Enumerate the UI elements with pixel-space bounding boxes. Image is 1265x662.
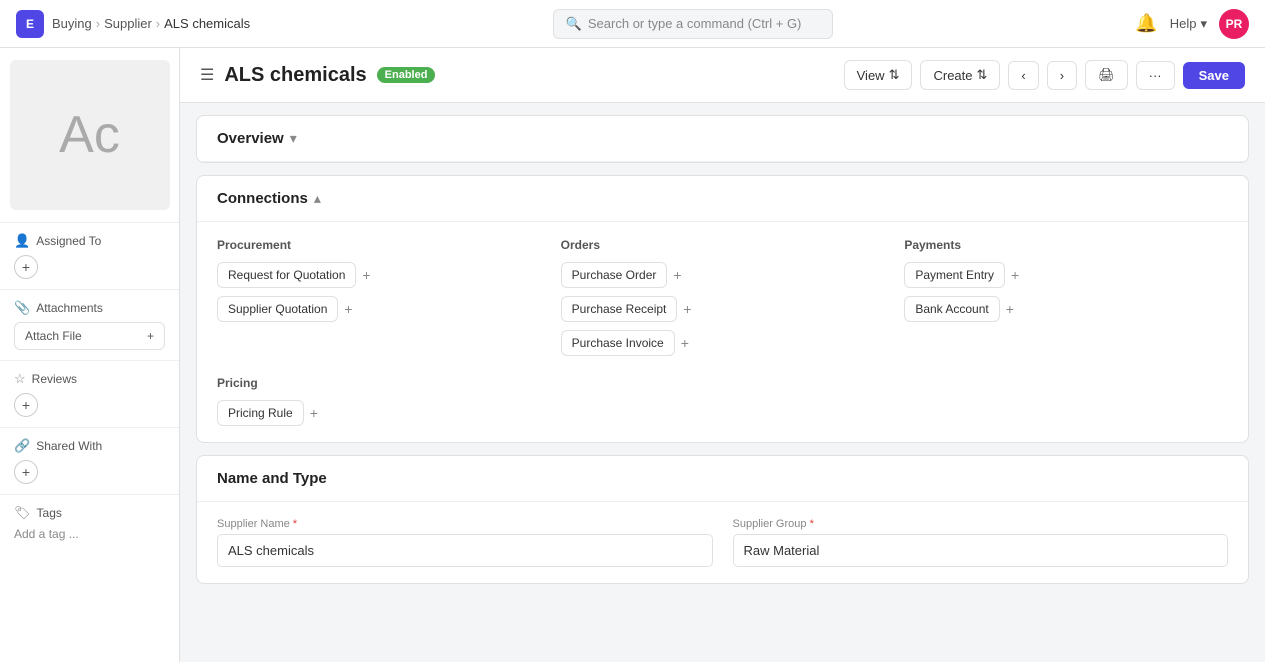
view-chevron-icon: ⇅ [889,67,900,83]
search-icon: 🔍 [566,16,582,32]
add-shared-with-button[interactable]: + [14,460,38,484]
help-button[interactable]: Help ▾ [1170,16,1207,32]
breadcrumb-buying[interactable]: Buying [52,16,92,31]
paperclip-icon: 📎 [14,300,30,316]
add-purchase-order-button[interactable]: + [673,267,681,283]
supplier-name-input[interactable] [217,534,713,567]
attach-plus-icon: + [147,329,154,343]
orders-group: Orders Purchase Order + Purchase Receip [561,238,885,356]
search-bar[interactable]: 🔍 Search or type a command (Ctrl + G) [553,9,833,39]
app-icon[interactable]: E [16,10,44,38]
overview-toggle-icon: ▾ [290,130,297,147]
prev-button[interactable]: ‹ [1008,61,1038,90]
tags-section: 🏷 Tags Add a tag ... [0,494,179,551]
add-bank-account-button[interactable]: + [1006,301,1014,317]
connections-toggle-icon: ▴ [314,190,321,207]
share-icon: 🔗 [14,438,30,454]
tag-icon: 🏷 [14,505,31,521]
person-icon: 👤 [14,233,30,249]
assigned-to-section: 👤 Assigned To + [0,222,179,289]
next-button[interactable]: › [1047,61,1077,90]
breadcrumb-supplier[interactable]: Supplier [104,16,152,31]
supplier-quotation-tag[interactable]: Supplier Quotation [217,296,338,322]
sidebar: Ac 👤 Assigned To + 📎 Attachments Attach … [0,48,180,662]
pricing-rule-tag[interactable]: Pricing Rule [217,400,304,426]
add-supplier-quotation-button[interactable]: + [344,301,352,317]
pricing-subsection: Pricing Pricing Rule + [217,376,1228,426]
supplier-group-field: Supplier Group * [733,518,1229,567]
bank-account-tag[interactable]: Bank Account [904,296,999,322]
breadcrumb: Buying › Supplier › ALS chemicals [52,16,250,31]
add-purchase-receipt-button[interactable]: + [683,301,691,317]
add-tag-link[interactable]: Add a tag ... [14,527,165,541]
add-review-button[interactable]: + [14,393,38,417]
assigned-to-label: Assigned To [36,234,101,248]
create-button[interactable]: Create ⇅ [920,60,1000,90]
reviews-label: Reviews [32,372,77,386]
connections-section: Connections ▴ Procurement Request for Qu… [196,175,1249,443]
request-for-quotation-tag[interactable]: Request for Quotation [217,262,356,288]
payments-title: Payments [904,238,1228,252]
payments-tags: Payment Entry + Bank Account + [904,262,1228,322]
purchase-receipt-tag[interactable]: Purchase Receipt [561,296,678,322]
supplier-group-input[interactable] [733,534,1229,567]
add-pricing-rule-button[interactable]: + [310,405,318,421]
payment-entry-tag[interactable]: Payment Entry [904,262,1005,288]
avatar[interactable]: PR [1219,9,1249,39]
main-content: ☰ ALS chemicals Enabled View ⇅ Create ⇅ … [180,48,1265,662]
add-request-for-quotation-button[interactable]: + [362,267,370,283]
overview-section: Overview ▾ [196,115,1249,163]
attach-file-button[interactable]: Attach File + [14,322,165,350]
connections-title: Connections [217,190,308,207]
breadcrumb-current: ALS chemicals [164,16,250,31]
create-chevron-icon: ⇅ [977,67,988,83]
shared-with-section: 🔗 Shared With + [0,427,179,494]
search-placeholder: Search or type a command (Ctrl + G) [588,16,802,31]
add-assigned-to-button[interactable]: + [14,255,38,279]
procurement-group: Procurement Request for Quotation + Sup [217,238,541,356]
purchase-order-tag[interactable]: Purchase Order [561,262,668,288]
procurement-tags: Request for Quotation + Supplier Quotati… [217,262,541,322]
star-icon: ☆ [14,371,26,387]
orders-title: Orders [561,238,885,252]
purchase-invoice-tag[interactable]: Purchase Invoice [561,330,675,356]
name-and-type-header[interactable]: Name and Type [197,456,1248,502]
connections-grid: Procurement Request for Quotation + Sup [217,238,1228,356]
tags-label: Tags [37,506,62,520]
pricing-title: Pricing [217,376,1228,390]
name-type-form-row: Supplier Name * Supplier Group * [217,518,1228,567]
view-button[interactable]: View ⇅ [844,60,913,90]
attachments-label: Attachments [36,301,103,315]
supplier-name-label: Supplier Name * [217,518,713,530]
connections-header[interactable]: Connections ▴ [197,176,1248,222]
procurement-title: Procurement [217,238,541,252]
notifications-button[interactable]: 🔔 [1135,13,1157,34]
supplier-name-field: Supplier Name * [217,518,713,567]
save-button[interactable]: Save [1183,62,1245,89]
name-and-type-section: Name and Type Supplier Name * Supplier G… [196,455,1249,584]
hamburger-button[interactable]: ☰ [200,65,214,85]
print-button[interactable]: 🖨 [1085,60,1128,90]
overview-header[interactable]: Overview ▾ [197,116,1248,162]
shared-with-label: Shared With [36,439,102,453]
page-title: ALS chemicals [224,64,366,87]
add-purchase-invoice-button[interactable]: + [681,335,689,351]
attachments-section: 📎 Attachments Attach File + [0,289,179,360]
reviews-section: ☆ Reviews + [0,360,179,427]
chevron-down-icon: ▾ [1200,16,1207,32]
payments-group: Payments Payment Entry + Bank Account [904,238,1228,356]
supplier-group-label: Supplier Group * [733,518,1229,530]
more-options-button[interactable]: ··· [1136,61,1175,90]
status-badge: Enabled [377,67,436,83]
supplier-avatar: Ac [10,60,170,210]
page-header: ☰ ALS chemicals Enabled View ⇅ Create ⇅ … [180,48,1265,103]
name-and-type-title: Name and Type [217,470,327,487]
overview-title: Overview [217,130,284,147]
add-payment-entry-button[interactable]: + [1011,267,1019,283]
orders-tags: Purchase Order + Purchase Receipt + [561,262,885,356]
